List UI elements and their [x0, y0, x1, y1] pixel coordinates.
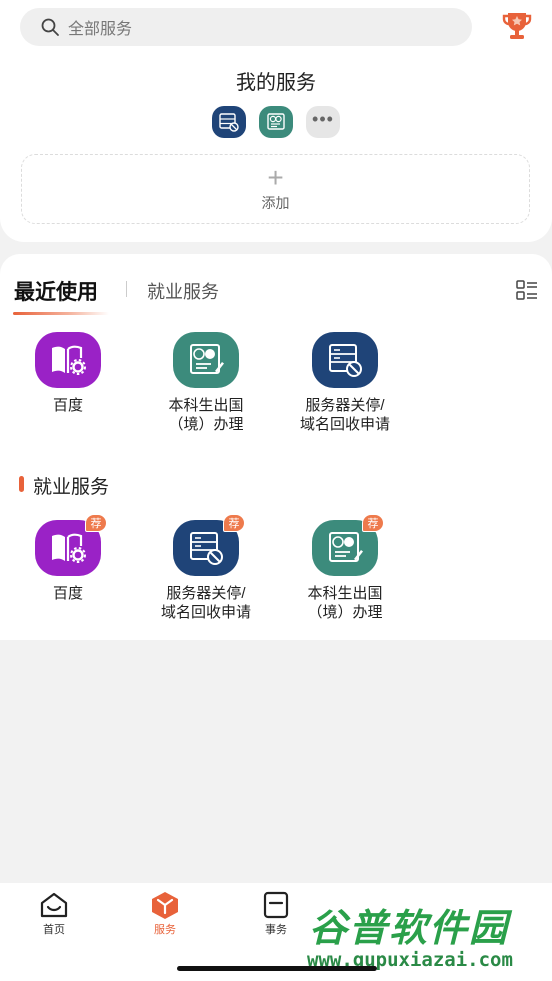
add-service-button[interactable]: + 添加 [21, 154, 530, 224]
search-input[interactable]: 全部服务 [20, 8, 472, 46]
tab-label: 首页 [43, 924, 65, 936]
passport-form-icon[interactable] [259, 106, 293, 138]
passport-form-icon: 荐 [312, 514, 384, 576]
search-icon [41, 18, 59, 36]
recommend-badge: 荐 [85, 514, 107, 532]
watermark-title: 谷普软件园 [309, 908, 510, 950]
recommend-badge: 荐 [223, 514, 245, 532]
section-title-employment: 就业服务 [33, 477, 110, 498]
plus-icon: + [267, 162, 284, 193]
employment-label: 服务器关停/ 域名回收申请 [160, 585, 251, 621]
more-icon[interactable]: ••• [306, 106, 340, 138]
recent-item-baidu[interactable]: 百度 [3, 332, 133, 415]
tab-employment[interactable]: 就业服务 [147, 278, 219, 304]
recent-label: 服务器关停/ 域名回收申请 [299, 397, 390, 433]
tab-home[interactable]: 首页 [24, 891, 84, 937]
book-gear-icon [35, 332, 101, 388]
tab-recent[interactable]: 最近使用 [14, 276, 98, 306]
server-block-icon: 荐 [173, 514, 245, 576]
my-services-shortcuts: ••• [0, 106, 552, 138]
employment-label: 本科生出国 （境）办理 [307, 585, 383, 621]
book-gear-icon: 荐 [35, 514, 107, 576]
server-block-icon [312, 332, 378, 388]
my-services-card: 全部服务 我的服务 ••• + 添加 [0, 0, 552, 242]
trophy-icon[interactable] [502, 10, 532, 42]
tab-affairs[interactable]: 事务 [246, 891, 306, 937]
recent-label: 百度 [52, 397, 83, 414]
recent-label: 本科生出国 （境）办理 [168, 397, 244, 433]
recent-item-server-shutdown[interactable]: 服务器关停/ 域名回收申请 [280, 332, 410, 434]
passport-form-icon [173, 332, 239, 388]
my-services-title: 我的服务 [236, 72, 316, 94]
employment-item-baidu[interactable]: 荐 百度 [3, 514, 133, 603]
employment-item-study-abroad[interactable]: 荐 本科生出国 （境）办理 [280, 514, 410, 622]
tab-divider [126, 281, 127, 297]
cube-icon [152, 892, 178, 919]
section-marker [19, 476, 24, 492]
employment-item-server-shutdown[interactable]: 荐 服务器关停/ 域名回收申请 [141, 514, 271, 622]
services-panel: 最近使用 就业服务 百度 本科生出国 （境）办理 服务器关停/ 域名回收申请 就… [0, 254, 552, 640]
watermark-logo: 谷普软件园 www.gupuxiazai.com [303, 893, 550, 975]
recent-item-study-abroad[interactable]: 本科生出国 （境）办理 [141, 332, 271, 434]
home-icon [40, 892, 68, 918]
tab-services[interactable]: 服务 [135, 891, 195, 937]
recommend-badge: 荐 [362, 514, 384, 532]
server-block-icon[interactable] [212, 106, 246, 138]
home-indicator [177, 966, 377, 971]
employment-label: 百度 [52, 585, 83, 602]
list-view-icon[interactable] [516, 280, 538, 300]
tab-label: 事务 [265, 924, 287, 936]
tab-label: 服务 [154, 924, 176, 936]
tab-indicator [13, 312, 109, 315]
add-label: 添加 [261, 195, 290, 211]
clipboard-icon [263, 891, 289, 919]
search-placeholder: 全部服务 [68, 21, 133, 38]
